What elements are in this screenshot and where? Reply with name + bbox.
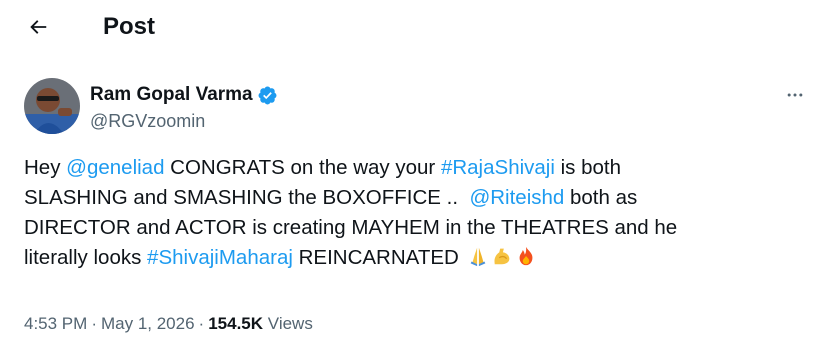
tweet-line-2: SLASHING and SMASHING the BOXOFFICE .. @… (24, 183, 814, 213)
author-row: Ram Gopal Varma @RGVzoomin (24, 78, 814, 134)
tweet-line-4: literally looks #ShivajiMaharaj REINCARN… (24, 243, 814, 273)
back-button[interactable] (20, 9, 56, 45)
post-date[interactable]: May 1, 2026 (101, 314, 195, 333)
mention-riteishd[interactable]: @Riteishd (469, 186, 564, 209)
tweet-text-segment: DIRECTOR and ACTOR is creating MAYHEM in… (24, 216, 678, 239)
arrow-left-icon (30, 20, 47, 34)
tweet-text-segment: REINCARNATED (292, 246, 465, 269)
mention-geneliad[interactable]: @geneliad (66, 156, 164, 179)
tweet-text-segment: both as (564, 186, 638, 209)
tweet-line-1: Hey @geneliad CONGRATS on the way your #… (24, 153, 814, 183)
avatar[interactable] (24, 78, 80, 134)
more-horizontal-icon (787, 93, 803, 97)
name-line: Ram Gopal Varma (90, 83, 278, 107)
meta-separator: · (91, 314, 97, 333)
hashtag-shivajimaharaj[interactable]: #ShivajiMaharaj (147, 246, 293, 269)
tweet-line-3: DIRECTOR and ACTOR is creating MAYHEM in… (24, 213, 814, 243)
user-handle[interactable]: @RGVzoomin (90, 110, 205, 132)
folded-hands-icon (470, 247, 485, 267)
tweet-text-segment: SLASHING and SMASHING the BOXOFFICE .. (24, 186, 470, 209)
tweet-text-segment: CONGRATS on the way your (164, 156, 441, 179)
tweet-text-segment: is both (554, 156, 622, 179)
tweet-text-segment: literally looks (24, 246, 148, 269)
views-count[interactable]: 154.5K (208, 314, 263, 333)
display-name[interactable]: Ram Gopal Varma (90, 83, 253, 107)
more-options-button[interactable] (782, 82, 808, 108)
post-time[interactable]: 4:53 PM (24, 314, 87, 333)
fire-icon (519, 246, 532, 266)
meta-separator: · (198, 314, 205, 333)
hashtag-rajashivaji[interactable]: #RajaShivaji (441, 156, 555, 179)
verified-badge-icon[interactable] (257, 85, 278, 106)
views-label: Views (267, 314, 313, 333)
tweet-text: Hey @geneliad CONGRATS on the way your #… (24, 153, 814, 273)
avatar-image (24, 78, 80, 134)
post-header: Post (0, 0, 830, 53)
post-meta: 4:53 PM · May 1, 2026 · 154.5K Views (24, 313, 313, 335)
flexed-biceps-icon (494, 248, 509, 265)
page-title: Post (103, 13, 156, 40)
tweet-text-segment: Hey (24, 156, 67, 179)
